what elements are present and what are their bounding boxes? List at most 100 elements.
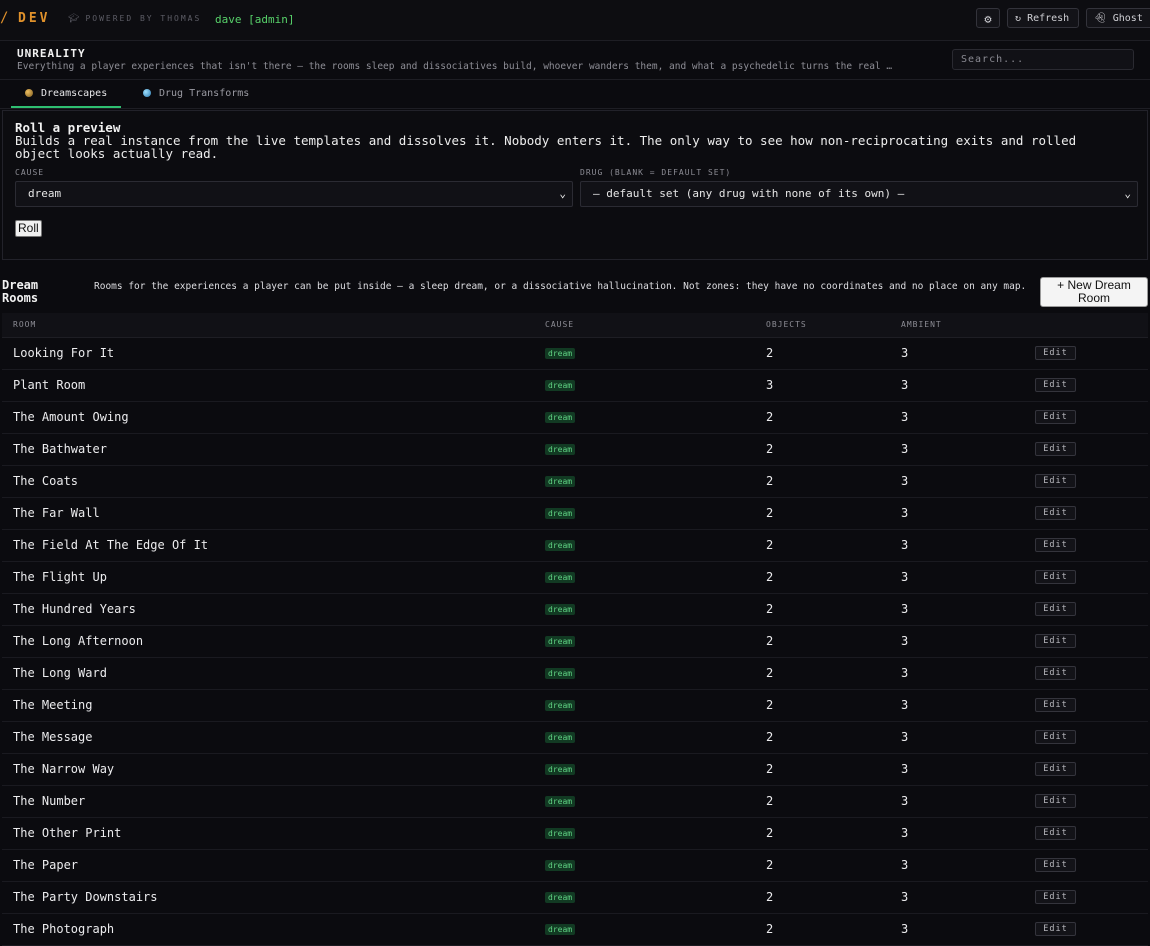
objects-count: 2	[766, 474, 774, 488]
ambient-count: 3	[901, 634, 909, 648]
edit-button[interactable]: Edit	[1035, 538, 1076, 552]
search-input[interactable]	[952, 49, 1134, 70]
room-name[interactable]: The Bathwater	[13, 442, 107, 456]
table-row[interactable]: The Long Ward dream 2 3 Edit	[2, 658, 1148, 690]
gear-icon: ⚙	[984, 12, 992, 26]
table-row[interactable]: The Flight Up dream 2 3 Edit	[2, 562, 1148, 594]
refresh-label: Refresh	[1027, 13, 1070, 24]
drug-select[interactable]: — default set (any drug with none of its…	[580, 181, 1138, 207]
objects-count: 2	[766, 762, 774, 776]
edit-button[interactable]: Edit	[1035, 762, 1076, 776]
room-name[interactable]: The Long Ward	[13, 666, 107, 680]
edit-button[interactable]: Edit	[1035, 698, 1076, 712]
ambient-count: 3	[901, 570, 909, 584]
table-row[interactable]: The Photograph dream 2 3 Edit	[2, 914, 1148, 946]
cause-badge: dream	[545, 508, 576, 519]
table-row[interactable]: The Paper dream 2 3 Edit	[2, 850, 1148, 882]
cause-badge: dream	[545, 636, 576, 647]
objects-count: 2	[766, 506, 774, 520]
table-row[interactable]: The Party Downstairs dream 2 3 Edit	[2, 882, 1148, 914]
room-name[interactable]: The Field At The Edge Of It	[13, 538, 208, 552]
room-name[interactable]: The Narrow Way	[13, 762, 114, 776]
objects-count: 2	[766, 890, 774, 904]
room-name[interactable]: The Meeting	[13, 698, 92, 712]
room-name[interactable]: The Party Downstairs	[13, 890, 158, 904]
column-room[interactable]: ROOM	[13, 320, 36, 329]
cause-badge: dream	[545, 572, 576, 583]
room-name[interactable]: The Hundred Years	[13, 602, 136, 616]
refresh-button[interactable]: ↻ Refresh	[1007, 8, 1079, 28]
edit-button[interactable]: Edit	[1035, 506, 1076, 520]
room-name[interactable]: The Flight Up	[13, 570, 107, 584]
room-name[interactable]: The Coats	[13, 474, 78, 488]
objects-count: 2	[766, 442, 774, 456]
edit-button[interactable]: Edit	[1035, 890, 1076, 904]
new-dream-room-button[interactable]: + New Dream Room	[1040, 277, 1148, 307]
powered-by-label: 🎓︎ POWERED BY THOMAS	[68, 14, 201, 24]
edit-button[interactable]: Edit	[1035, 666, 1076, 680]
cause-select-value: dream	[28, 187, 62, 200]
ambient-count: 3	[901, 410, 909, 424]
column-objects[interactable]: OBJECTS	[766, 320, 807, 329]
drug-label: DRUG (BLANK = DEFAULT SET)	[580, 168, 732, 177]
edit-button[interactable]: Edit	[1035, 442, 1076, 456]
room-name[interactable]: The Paper	[13, 858, 78, 872]
table-row[interactable]: The Field At The Edge Of It dream 2 3 Edit	[2, 530, 1148, 562]
roll-button[interactable]: Roll	[15, 220, 42, 237]
table-row[interactable]: The Bathwater dream 2 3 Edit	[2, 434, 1148, 466]
room-name[interactable]: The Other Print	[13, 826, 121, 840]
ambient-count: 3	[901, 378, 909, 392]
edit-button[interactable]: Edit	[1035, 474, 1076, 488]
graduation-cap-icon: 🎓︎	[68, 14, 82, 24]
room-name[interactable]: The Number	[13, 794, 85, 808]
ambient-count: 3	[901, 826, 909, 840]
room-name[interactable]: The Far Wall	[13, 506, 100, 520]
cause-badge: dream	[545, 348, 576, 359]
settings-button[interactable]: ⚙	[976, 8, 1000, 28]
ghost-button[interactable]: 👻︎ Ghost	[1086, 8, 1150, 28]
table-row[interactable]: The Far Wall dream 2 3 Edit	[2, 498, 1148, 530]
table-row[interactable]: The Long Afternoon dream 2 3 Edit	[2, 626, 1148, 658]
table-row[interactable]: Looking For It dream 2 3 Edit	[2, 338, 1148, 370]
edit-button[interactable]: Edit	[1035, 634, 1076, 648]
edit-button[interactable]: Edit	[1035, 826, 1076, 840]
edit-button[interactable]: Edit	[1035, 602, 1076, 616]
room-name[interactable]: The Photograph	[13, 922, 114, 936]
column-cause[interactable]: CAUSE	[545, 320, 574, 329]
objects-count: 2	[766, 794, 774, 808]
column-ambient[interactable]: AMBIENT	[901, 320, 942, 329]
table-row[interactable]: The Message dream 2 3 Edit	[2, 722, 1148, 754]
edit-button[interactable]: Edit	[1035, 570, 1076, 584]
cause-badge: dream	[545, 604, 576, 615]
edit-button[interactable]: Edit	[1035, 378, 1076, 392]
brand-title[interactable]: DEV	[18, 11, 50, 26]
edit-button[interactable]: Edit	[1035, 346, 1076, 360]
table-row[interactable]: The Narrow Way dream 2 3 Edit	[2, 754, 1148, 786]
cause-select[interactable]: dream ⌄	[15, 181, 573, 207]
edit-button[interactable]: Edit	[1035, 858, 1076, 872]
user-badge[interactable]: dave [admin]	[215, 13, 294, 26]
objects-count: 2	[766, 826, 774, 840]
ambient-count: 3	[901, 538, 909, 552]
table-row[interactable]: The Other Print dream 2 3 Edit	[2, 818, 1148, 850]
table-row[interactable]: The Hundred Years dream 2 3 Edit	[2, 594, 1148, 626]
table-row[interactable]: Plant Room dream 3 3 Edit	[2, 370, 1148, 402]
room-name[interactable]: The Amount Owing	[13, 410, 129, 424]
brand-mark: /	[0, 10, 9, 26]
tab-dreamscapes[interactable]: Dreamscapes	[11, 80, 122, 108]
edit-button[interactable]: Edit	[1035, 922, 1076, 936]
room-name[interactable]: Looking For It	[13, 346, 114, 360]
table-row[interactable]: The Number dream 2 3 Edit	[2, 786, 1148, 818]
room-name[interactable]: The Long Afternoon	[13, 634, 143, 648]
dream-rooms-title: Dream Rooms	[2, 278, 39, 305]
tab-drug-transforms[interactable]: Drug Transforms	[129, 80, 263, 108]
table-row[interactable]: The Coats dream 2 3 Edit	[2, 466, 1148, 498]
table-row[interactable]: The Amount Owing dream 2 3 Edit	[2, 402, 1148, 434]
objects-count: 2	[766, 666, 774, 680]
table-row[interactable]: The Meeting dream 2 3 Edit	[2, 690, 1148, 722]
room-name[interactable]: The Message	[13, 730, 92, 744]
edit-button[interactable]: Edit	[1035, 410, 1076, 424]
room-name[interactable]: Plant Room	[13, 378, 85, 392]
edit-button[interactable]: Edit	[1035, 794, 1076, 808]
edit-button[interactable]: Edit	[1035, 730, 1076, 744]
